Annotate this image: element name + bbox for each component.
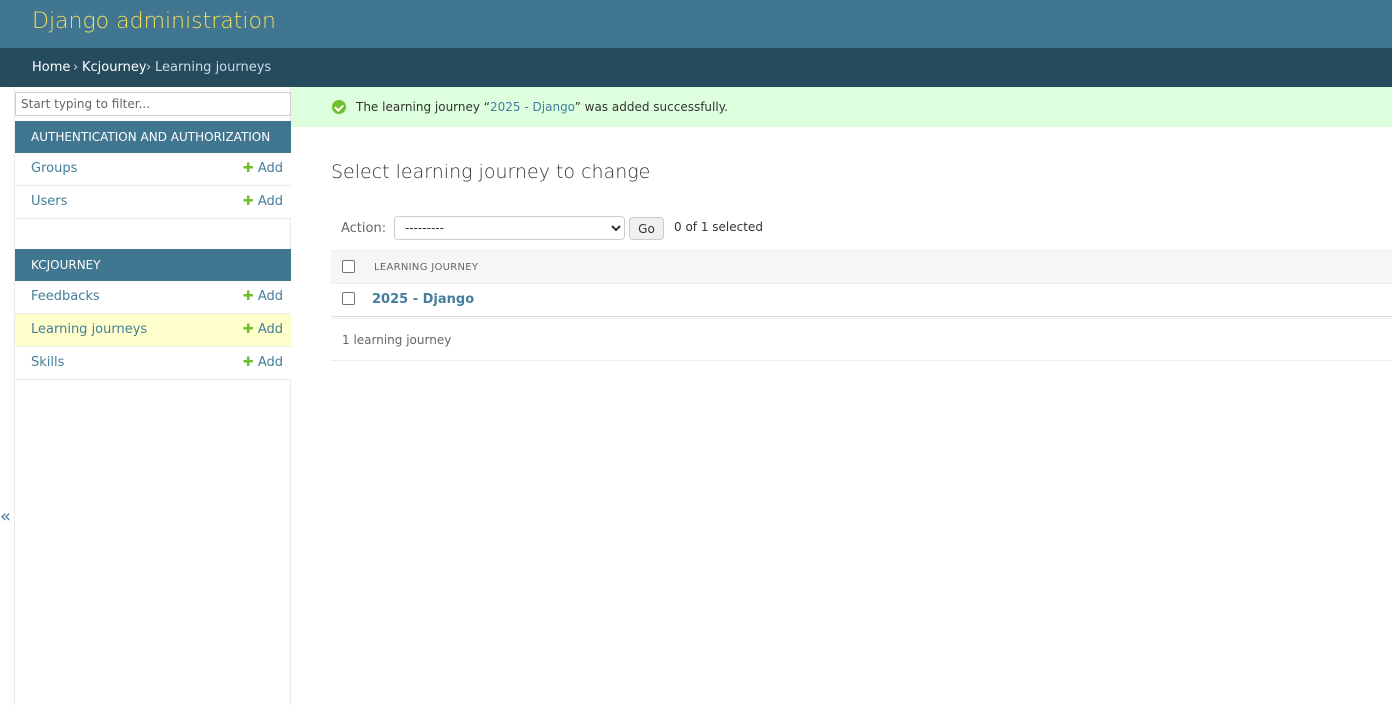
selected-count: 0 of 1 selected — [674, 220, 763, 234]
sidebar-item-skills: Skills ✚ Add — [15, 347, 291, 380]
plus-icon: ✚ — [242, 194, 254, 209]
check-circle-icon — [332, 100, 346, 114]
breadcrumb-home[interactable]: Home — [32, 60, 70, 75]
add-label: Add — [257, 161, 283, 176]
table-header-row: LEARNING JOURNEY — [331, 250, 1392, 284]
page-title: Select learning journey to change — [331, 161, 651, 183]
sidebar-item-groups: Groups ✚ Add — [15, 153, 291, 186]
select-all-checkbox[interactable] — [342, 260, 355, 273]
sidebar-item-feedbacks: Feedbacks ✚ Add — [15, 281, 291, 314]
add-label: Add — [257, 322, 283, 337]
sidebar-item-learning-journeys-link[interactable]: Learning journeys — [31, 322, 147, 337]
paginator: 1 learning journey — [331, 318, 1392, 361]
nav-filter-input[interactable] — [15, 92, 291, 116]
success-message-text: The learning journey “2025 - Django” was… — [356, 100, 728, 114]
column-header-learning-journey[interactable]: LEARNING JOURNEY — [374, 262, 478, 273]
table-row: 2025 - Django — [331, 284, 1392, 317]
action-label: Action: — [341, 221, 387, 236]
breadcrumb-current: Learning journeys — [155, 60, 272, 75]
plus-icon: ✚ — [242, 355, 254, 370]
sidebar-nav: AUTHENTICATION AND AUTHORIZATION Groups … — [14, 87, 291, 705]
go-button[interactable]: Go — [629, 217, 664, 240]
message-object-link[interactable]: 2025 - Django — [490, 100, 575, 114]
row-checkbox[interactable] — [342, 292, 355, 305]
module-caption-auth[interactable]: AUTHENTICATION AND AUTHORIZATION — [15, 121, 291, 153]
add-label: Add — [257, 289, 283, 304]
success-message: The learning journey “2025 - Django” was… — [291, 87, 1392, 127]
message-suffix: ” was added successfully. — [574, 100, 728, 114]
breadcrumb-separator: › — [146, 60, 152, 75]
sidebar-item-users: Users ✚ Add — [15, 186, 291, 219]
module-caption-kcjourney[interactable]: KCJOURNEY — [15, 249, 291, 281]
sidebar-item-feedbacks-link[interactable]: Feedbacks — [31, 289, 100, 304]
breadcrumb: Home › Kcjourney › Learning journeys — [0, 48, 1392, 87]
plus-icon: ✚ — [242, 289, 254, 304]
add-learning-journeys-button[interactable]: ✚ Add — [243, 322, 283, 337]
add-skills-button[interactable]: ✚ Add — [243, 355, 283, 370]
add-label: Add — [257, 194, 283, 209]
message-prefix: The learning journey “ — [356, 100, 491, 114]
plus-icon: ✚ — [242, 161, 254, 176]
breadcrumb-separator: › — [73, 60, 79, 75]
add-users-button[interactable]: ✚ Add — [243, 194, 283, 209]
plus-icon: ✚ — [242, 322, 254, 337]
add-label: Add — [257, 355, 283, 370]
paginator-count: 1 learning journey — [342, 333, 452, 347]
sidebar-item-users-link[interactable]: Users — [31, 194, 67, 209]
breadcrumb-app[interactable]: Kcjourney — [82, 60, 147, 75]
toggle-nav-sidebar-button[interactable]: « — [0, 506, 11, 527]
add-feedbacks-button[interactable]: ✚ Add — [243, 289, 283, 304]
site-header: Django administration — [0, 0, 1392, 48]
site-title[interactable]: Django administration — [32, 9, 276, 34]
row-object-link[interactable]: 2025 - Django — [372, 292, 474, 307]
add-groups-button[interactable]: ✚ Add — [243, 161, 283, 176]
sidebar-item-skills-link[interactable]: Skills — [31, 355, 64, 370]
sidebar-item-groups-link[interactable]: Groups — [31, 161, 77, 176]
sidebar-item-learning-journeys: Learning journeys ✚ Add — [15, 314, 291, 347]
action-select[interactable]: --------- — [394, 216, 625, 240]
